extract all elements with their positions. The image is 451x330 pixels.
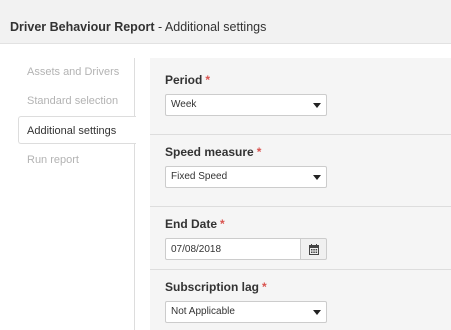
section-divider — [150, 134, 451, 135]
section-divider — [150, 206, 451, 207]
end-date-label-text: End Date — [165, 217, 218, 231]
report-subtitle: - Additional settings — [154, 20, 267, 34]
report-title: Driver Behaviour Report — [10, 20, 155, 34]
nav-step-standard-selection[interactable]: Standard selection — [18, 87, 135, 115]
required-marker: * — [205, 73, 211, 87]
speed-measure-label: Speed measure * — [165, 145, 261, 159]
period-label-text: Period — [165, 73, 203, 87]
period-label: Period * — [165, 73, 210, 87]
subscription-lag-label: Subscription lag * — [165, 280, 267, 294]
nav-step-run-report[interactable]: Run report — [18, 146, 135, 174]
period-select[interactable]: Week — [165, 94, 327, 116]
report-header: Driver Behaviour Report - Additional set… — [0, 0, 451, 44]
required-marker: * — [262, 280, 267, 294]
section-divider — [150, 269, 451, 270]
settings-form: Period * Week Speed measure * Fixed Speed … — [150, 58, 451, 330]
chevron-down-icon — [313, 175, 321, 180]
subscription-lag-label-text: Subscription lag — [165, 280, 260, 294]
required-marker: * — [256, 145, 262, 159]
wizard-steps-nav: Assets and Drivers Standard selection Ad… — [18, 58, 136, 330]
subscription-lag-value: Not Applicable — [171, 306, 235, 317]
speed-measure-select[interactable]: Fixed Speed — [165, 166, 327, 188]
calendar-icon — [309, 244, 319, 255]
nav-step-assets-and-drivers[interactable]: Assets and Drivers — [18, 58, 135, 86]
subscription-lag-select[interactable]: Not Applicable — [165, 301, 327, 323]
required-marker: * — [220, 217, 225, 231]
speed-measure-value: Fixed Speed — [171, 171, 228, 182]
date-picker-button[interactable] — [300, 238, 327, 260]
end-date-label: End Date * — [165, 217, 225, 231]
speed-measure-label-text: Speed measure — [165, 145, 254, 159]
end-date-input[interactable] — [165, 238, 301, 260]
chevron-down-icon — [313, 310, 321, 315]
nav-step-additional-settings[interactable]: Additional settings — [18, 116, 136, 144]
chevron-down-icon — [313, 103, 321, 108]
period-value: Week — [171, 99, 197, 110]
page-title: Driver Behaviour Report - Additional set… — [10, 20, 266, 34]
